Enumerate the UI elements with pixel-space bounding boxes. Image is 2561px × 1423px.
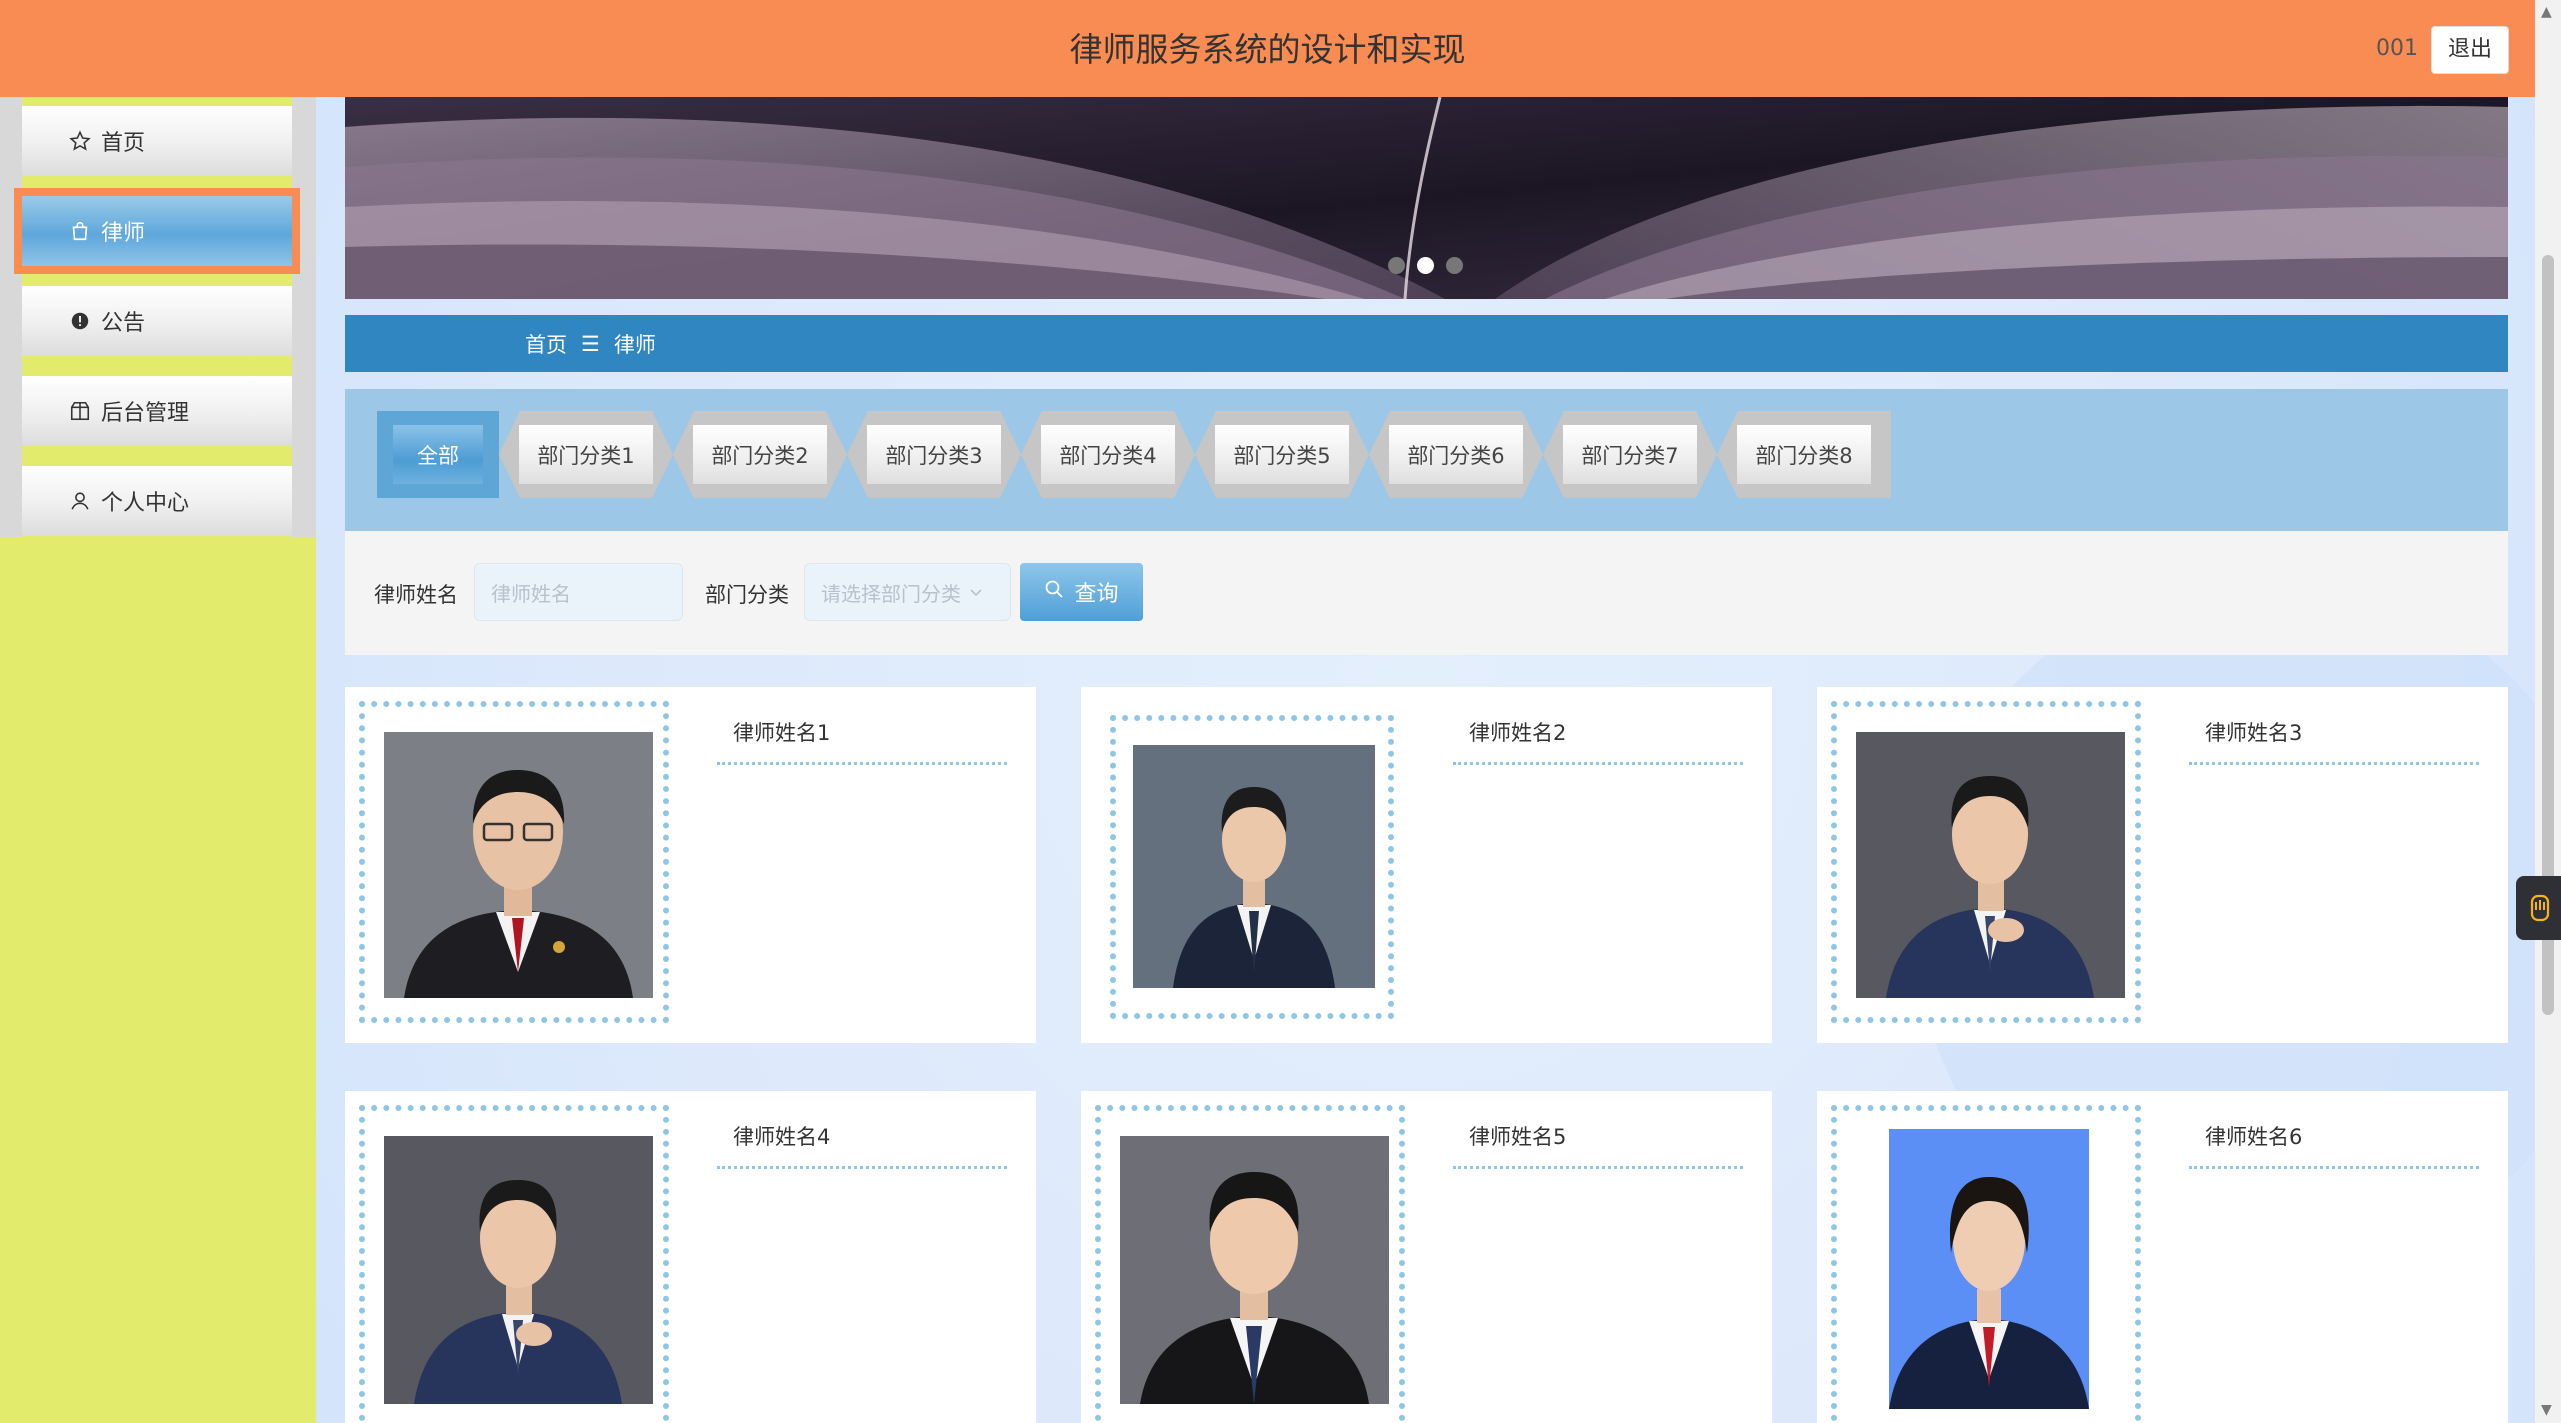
alert-icon [69, 310, 91, 332]
page-scrollbar[interactable]: ▲ ▼ [2535, 0, 2561, 1423]
breadcrumb-separator-icon: ☰ [581, 331, 600, 356]
carousel-indicators [1388, 257, 1463, 274]
sidebar-rail-left [0, 97, 22, 537]
lawyer-photo [384, 1136, 653, 1404]
sidebar-item-admin[interactable]: 后台管理 [22, 376, 292, 446]
sidebar-item-notice[interactable]: 公告 [22, 286, 292, 356]
sidebar-item-label: 律师 [101, 221, 146, 246]
lawyer-photo [1133, 745, 1375, 988]
tab-category-6[interactable]: 部门分类6 [1369, 411, 1543, 498]
lawyer-name-placeholder: 律师姓名 [491, 581, 571, 606]
search-panel: 律师姓名 律师姓名 部门分类 请选择部门分类 查询 [345, 531, 2508, 655]
tab-category-8[interactable]: 部门分类8 [1717, 411, 1891, 498]
lawyer-photo [1120, 1136, 1389, 1404]
sidebar-rail-right [292, 97, 316, 537]
person-icon [69, 490, 91, 512]
floating-widget[interactable] [2516, 876, 2561, 940]
department-label: 部门分类 [705, 583, 789, 607]
lawyer-card[interactable]: 律师姓名6 [1817, 1091, 2508, 1423]
breadcrumb-home[interactable]: 首页 [525, 329, 567, 359]
department-placeholder: 请选择部门分类 [821, 581, 961, 606]
sidebar-item-label: 公告 [101, 311, 146, 336]
lawyer-card[interactable]: 律师姓名5 [1081, 1091, 1772, 1423]
logout-button[interactable]: 退出 [2431, 26, 2509, 74]
tab-category-1[interactable]: 部门分类1 [499, 411, 673, 498]
lawyer-card[interactable]: 律师姓名2 [1081, 687, 1772, 1043]
search-button-label: 查询 [1074, 582, 1119, 607]
tab-all[interactable]: 全部 [377, 411, 499, 498]
category-tabs: 全部 部门分类1 部门分类2 部门分类3 部门分类4 部门分类5 部门分类6 部… [377, 411, 1891, 498]
breadcrumb-current: 律师 [613, 332, 656, 357]
carousel-dot[interactable] [1446, 257, 1463, 274]
sidebar-item-label: 首页 [101, 131, 146, 156]
tab-category-4[interactable]: 部门分类4 [1021, 411, 1195, 498]
chevron-down-icon [969, 580, 983, 604]
category-tabs-panel: 全部 部门分类1 部门分类2 部门分类3 部门分类4 部门分类5 部门分类6 部… [345, 389, 2508, 531]
hand-icon [2528, 894, 2552, 926]
lawyer-name-input[interactable]: 律师姓名 [474, 563, 683, 621]
sidebar-item-home[interactable]: 首页 [22, 106, 292, 176]
sidebar-item-label: 后台管理 [101, 401, 190, 426]
box-icon [69, 400, 91, 422]
lawyer-name: 律师姓名6 [2189, 1121, 2479, 1169]
carousel-dot[interactable] [1388, 257, 1405, 274]
search-button[interactable]: 查询 [1020, 563, 1143, 621]
app-title: 律师服务系统的设计和实现 [1069, 30, 1466, 69]
username-label: 001 [2376, 36, 2418, 61]
tab-category-2[interactable]: 部门分类2 [673, 411, 847, 498]
banner-carousel[interactable] [345, 97, 2508, 299]
sidebar-item-label: 个人中心 [101, 491, 190, 516]
tab-category-3[interactable]: 部门分类3 [847, 411, 1021, 498]
lawyer-name: 律师姓名2 [1453, 717, 1743, 765]
lawyer-photo [1889, 1129, 2089, 1409]
search-icon [1044, 579, 1064, 605]
lawyer-card[interactable]: 律师姓名1 [345, 687, 1036, 1043]
breadcrumb: 首页 ☰ 律师 [345, 315, 2508, 372]
lawyer-name: 律师姓名5 [1453, 1121, 1743, 1169]
lawyer-card[interactable]: 律师姓名4 [345, 1091, 1036, 1423]
lawyer-card[interactable]: 律师姓名3 [1817, 687, 2508, 1043]
scroll-down-icon[interactable]: ▼ [2541, 1402, 2552, 1418]
star-icon [69, 130, 91, 152]
tab-category-7[interactable]: 部门分类7 [1543, 411, 1717, 498]
lawyer-photo [384, 732, 653, 998]
lawyer-name: 律师姓名3 [2189, 717, 2479, 765]
scroll-up-icon[interactable]: ▲ [2541, 4, 2552, 20]
lawyer-name: 律师姓名1 [717, 717, 1007, 765]
lawyer-name-label: 律师姓名 [374, 583, 458, 607]
lawyer-photo [1856, 732, 2125, 998]
department-select[interactable]: 请选择部门分类 [804, 563, 1011, 621]
bag-icon [69, 220, 91, 242]
sidebar-item-profile[interactable]: 个人中心 [22, 466, 292, 536]
top-header: 律师服务系统的设计和实现 001 退出 [0, 0, 2535, 97]
lawyer-name: 律师姓名4 [717, 1121, 1007, 1169]
carousel-dot-active[interactable] [1417, 257, 1434, 274]
sidebar-item-lawyer[interactable]: 律师 [22, 196, 292, 266]
tab-category-5[interactable]: 部门分类5 [1195, 411, 1369, 498]
